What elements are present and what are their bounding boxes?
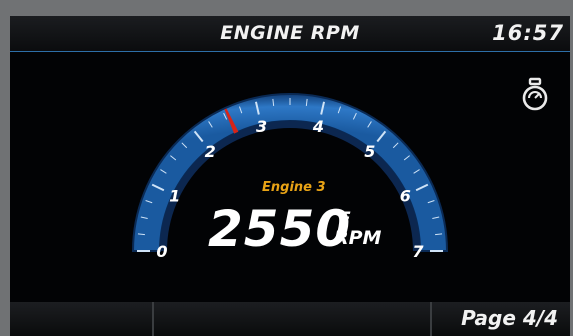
display-screen: ENGINE RPM 16:57 01234567 Engine 3 2550 … [10,16,570,336]
tick-label: 3 [256,117,267,136]
rpm-unit-superscript: F [339,209,351,229]
tick-label: 6 [400,186,411,205]
softkey-2[interactable] [154,302,432,336]
softkey-1[interactable] [10,302,154,336]
rpm-unit: RPM [334,227,382,249]
page-indicator: Page 4/4 [461,306,558,330]
softkey-bar: Page 4/4 [10,302,570,336]
rpm-gauge: 0 1 2 3 4 5 6 7 [131,93,449,261]
tick-label: 0 [156,242,167,261]
page-indicator-button[interactable]: Page 4/4 [432,302,570,336]
engine-label: Engine 3 [262,180,326,195]
tick-label: 1 [169,186,180,205]
tick-label: 5 [364,142,375,161]
rpm-value: 2550 [208,200,352,258]
tick-label: 2 [205,142,216,161]
tick-label: 7 [412,242,424,261]
tick-label: 4 [312,117,324,136]
